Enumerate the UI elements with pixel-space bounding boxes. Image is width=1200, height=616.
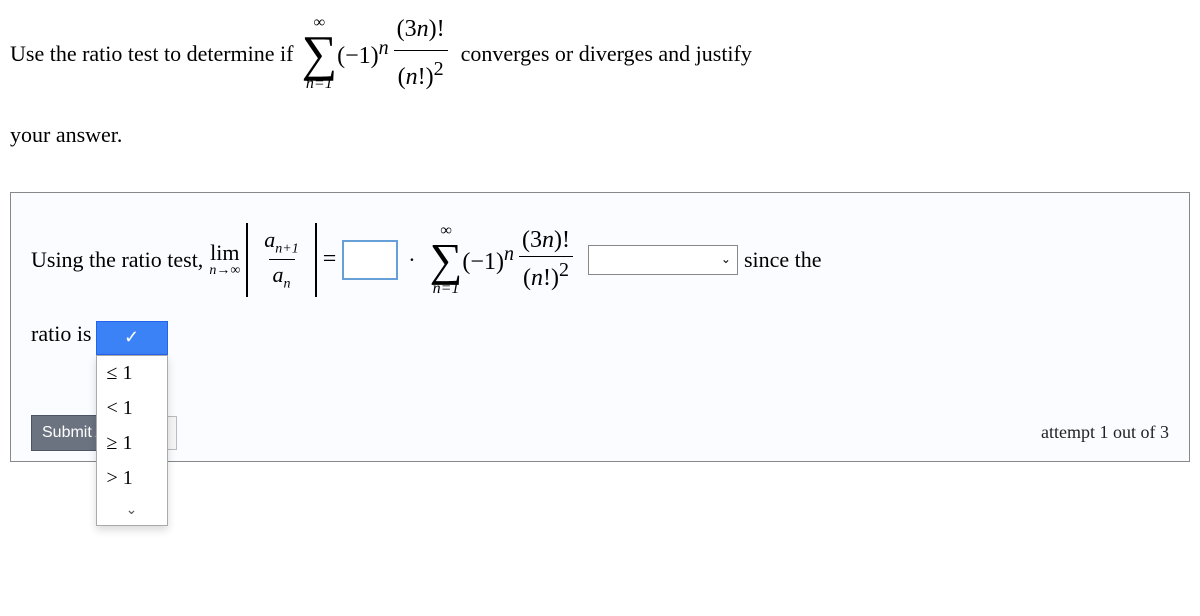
dot: ·: [408, 247, 415, 273]
convergence-select[interactable]: ⌄: [588, 245, 738, 275]
chevron-down-icon: ⌄: [721, 252, 731, 267]
answer-prefix: Using the ratio test,: [31, 247, 203, 273]
ratio-row: ratio is ✓ ≤ 1 < 1 ≥ 1 > 1 ⌄: [31, 321, 1169, 355]
series-expression: ∞ ∑ n=1 (−1)n (3n)! (n!)2: [301, 10, 452, 97]
question-suffix: converges or diverges and justify: [461, 36, 752, 71]
dropdown-option-ge1[interactable]: ≥ 1: [97, 426, 167, 461]
sigma-2: ∞ ∑ n=1: [430, 223, 463, 296]
series-expression-2: ∞ ∑ n=1 (−1)n (3n)! (n!)2: [430, 223, 578, 296]
answer-panel: Using the ratio test, lim n→∞ an+1 an = …: [10, 192, 1190, 462]
ratio-dropdown[interactable]: ✓ ≤ 1 < 1 ≥ 1 > 1 ⌄: [96, 321, 168, 355]
dropdown-list: ≤ 1 < 1 ≥ 1 > 1 ⌄: [96, 355, 168, 526]
abs-ratio: an+1 an: [246, 223, 316, 297]
question-line2: your answer.: [10, 117, 1190, 152]
term: (−1)n: [337, 32, 389, 75]
dropdown-option-le1[interactable]: ≤ 1: [97, 356, 167, 391]
dropdown-option-gt1[interactable]: > 1: [97, 461, 167, 496]
dropdown-option-lt1[interactable]: < 1: [97, 391, 167, 426]
fraction: (3n)! (n!)2: [393, 10, 449, 97]
question-prefix: Use the ratio test to determine if: [10, 36, 293, 71]
chevron-down-icon[interactable]: ⌄: [97, 496, 167, 525]
sigma: ∞ ∑ n=1: [301, 15, 337, 92]
ratio-label: ratio is: [31, 321, 92, 347]
since-text: since the: [744, 247, 822, 273]
equals: =: [323, 246, 337, 273]
dropdown-selected[interactable]: ✓: [96, 321, 168, 355]
check-icon: ✓: [124, 327, 139, 348]
limit-value-input[interactable]: [342, 240, 398, 280]
limit: lim n→∞: [209, 242, 240, 278]
question-text: Use the ratio test to determine if ∞ ∑ n…: [10, 10, 1190, 152]
answer-row: Using the ratio test, lim n→∞ an+1 an = …: [31, 223, 1169, 297]
attempt-counter: attempt 1 out of 3: [1041, 422, 1169, 443]
